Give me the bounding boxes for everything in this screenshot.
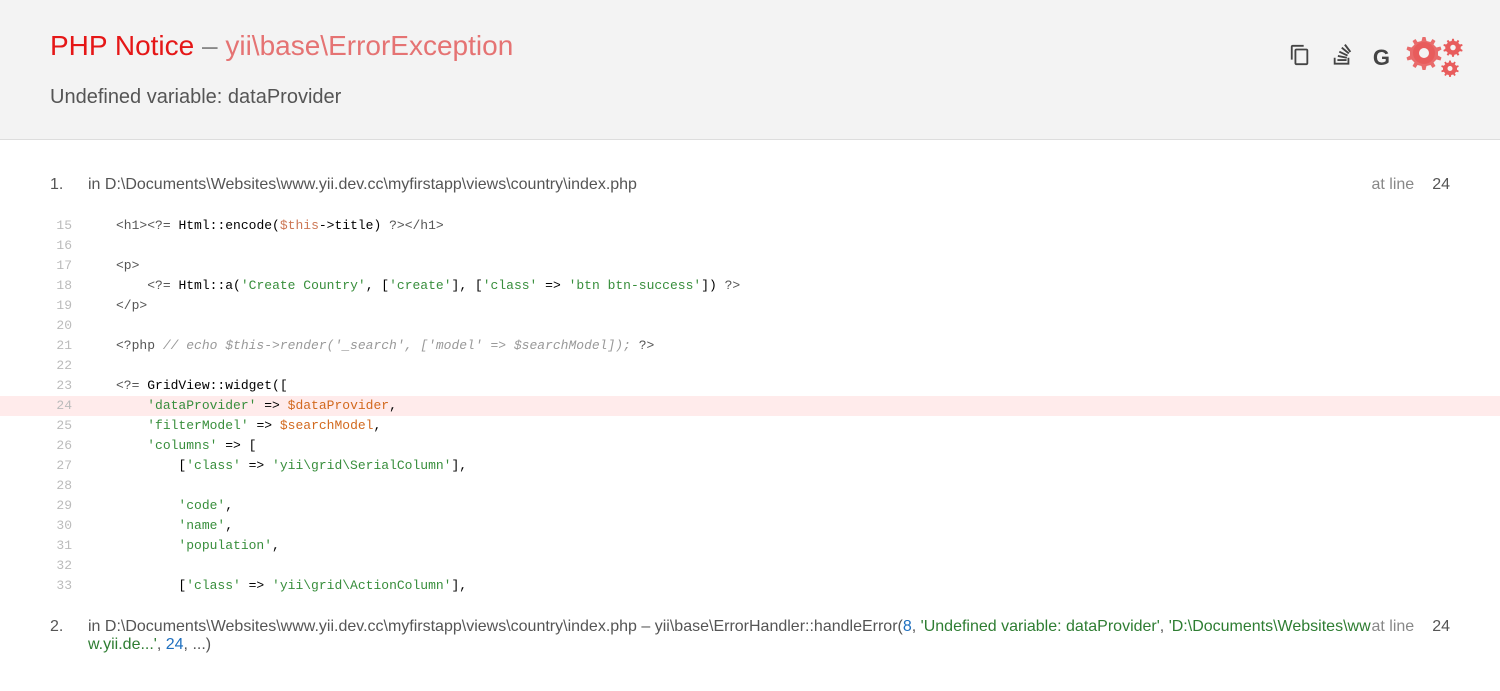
code-line: 21<?php // echo $this->render('_search',… [0,336,1500,356]
code-source [86,236,116,256]
code-line: 23<?= GridView::widget([ [0,376,1500,396]
code-line: 31 'population', [0,536,1500,556]
at-line-label: at line [1372,176,1415,194]
code-source: 'dataProvider' => $dataProvider, [86,396,397,416]
stack-item-2-header[interactable]: 2. in D:\Documents\Websites\www.yii.dev.… [0,606,1500,666]
code-source: <h1><?= Html::encode($this->title) ?></h… [86,216,444,236]
code-source: </p> [86,296,147,316]
code-source: <?= GridView::widget([ [86,376,288,396]
line-number: 31 [0,536,86,556]
error-class-link[interactable]: yii\base\ErrorException [225,30,513,61]
stack-dash: – [637,618,655,635]
line-number: 27 [0,456,86,476]
arg-int: 24 [166,636,184,653]
code-source: ['class' => 'yii\grid\ActionColumn'], [86,576,467,596]
stack-file: D:\Documents\Websites\www.yii.dev.cc\myf… [105,618,637,635]
code-line: 33 ['class' => 'yii\grid\ActionColumn'], [0,576,1500,596]
sep: , [912,618,921,635]
stack-item-text: in D:\Documents\Websites\www.yii.dev.cc\… [88,618,1372,654]
code-line: 20 [0,316,1500,336]
stack-item-number: 2. [50,618,88,636]
code-source: 'name', [86,516,233,536]
error-dash: – [194,30,225,61]
line-number: 28 [0,476,86,496]
line-number: 20 [0,316,86,336]
code-source: 'filterModel' => $searchModel, [86,416,381,436]
line-number: 22 [0,356,86,376]
code-source [86,476,116,496]
error-message: Undefined variable: dataProvider [50,86,1450,109]
code-line: 26 'columns' => [ [0,436,1500,456]
arg-int: 8 [903,618,912,635]
line-number: 29 [0,496,86,516]
code-line: 18 <?= Html::a('Create Country', ['creat… [0,276,1500,296]
at-line-number: 24 [1432,176,1450,194]
error-header: PHP Notice – yii\base\ErrorException Und… [0,0,1500,140]
code-line: 15<h1><?= Html::encode($this->title) ?><… [0,216,1500,236]
line-number: 33 [0,576,86,596]
line-number: 24 [0,396,86,416]
stack-prefix: in [88,618,105,635]
line-number: 17 [0,256,86,276]
sep: , [157,636,166,653]
code-source: ['class' => 'yii\grid\SerialColumn'], [86,456,467,476]
sep: , [1160,618,1169,635]
line-number: 32 [0,556,86,576]
line-number: 15 [0,216,86,236]
code-line: 25 'filterModel' => $searchModel, [0,416,1500,436]
line-number: 21 [0,336,86,356]
line-number: 25 [0,416,86,436]
code-line: 28 [0,476,1500,496]
copy-icon[interactable] [1289,44,1311,71]
toolbar-icons: G [1289,44,1390,71]
stackoverflow-icon[interactable] [1331,44,1353,71]
error-title: PHP Notice – yii\base\ErrorException [50,30,1450,62]
sep: , ...) [184,636,212,653]
at-line-number: 24 [1432,618,1450,636]
stack-call: yii\base\ErrorHandler::handleError( [655,618,903,635]
error-type: PHP Notice [50,30,194,61]
line-number: 23 [0,376,86,396]
code-source [86,316,116,336]
code-source: <?php // echo $this->render('_search', [… [86,336,654,356]
line-number: 30 [0,516,86,536]
code-line: 17<p> [0,256,1500,276]
stack-prefix: in [88,176,105,193]
code-source: 'columns' => [ [86,436,256,456]
code-line: 30 'name', [0,516,1500,536]
code-source: <p> [86,256,139,276]
google-icon[interactable]: G [1373,45,1390,71]
stack-item-text: in D:\Documents\Websites\www.yii.dev.cc\… [88,176,1372,194]
code-source [86,556,116,576]
code-block: 15<h1><?= Html::encode($this->title) ?><… [0,206,1500,606]
stack-item-number: 1. [50,176,88,194]
code-source: 'code', [86,496,233,516]
line-number: 18 [0,276,86,296]
gears-icon [1404,32,1464,87]
code-source: <?= Html::a('Create Country', ['create']… [86,276,740,296]
at-line-label: at line [1372,618,1415,636]
stack-file: D:\Documents\Websites\www.yii.dev.cc\myf… [105,176,637,193]
arg-str: 'Undefined variable: dataProvider' [921,618,1160,635]
code-line: 29 'code', [0,496,1500,516]
code-line: 19</p> [0,296,1500,316]
code-line: 24 'dataProvider' => $dataProvider, [0,396,1500,416]
code-line: 16 [0,236,1500,256]
line-number: 19 [0,296,86,316]
line-number: 26 [0,436,86,456]
call-stack: 1. in D:\Documents\Websites\www.yii.dev.… [0,164,1500,666]
code-line: 32 [0,556,1500,576]
code-source [86,356,116,376]
code-source: 'population', [86,536,280,556]
line-number: 16 [0,236,86,256]
stack-item-1-header[interactable]: 1. in D:\Documents\Websites\www.yii.dev.… [0,164,1500,206]
code-line: 22 [0,356,1500,376]
code-line: 27 ['class' => 'yii\grid\SerialColumn'], [0,456,1500,476]
